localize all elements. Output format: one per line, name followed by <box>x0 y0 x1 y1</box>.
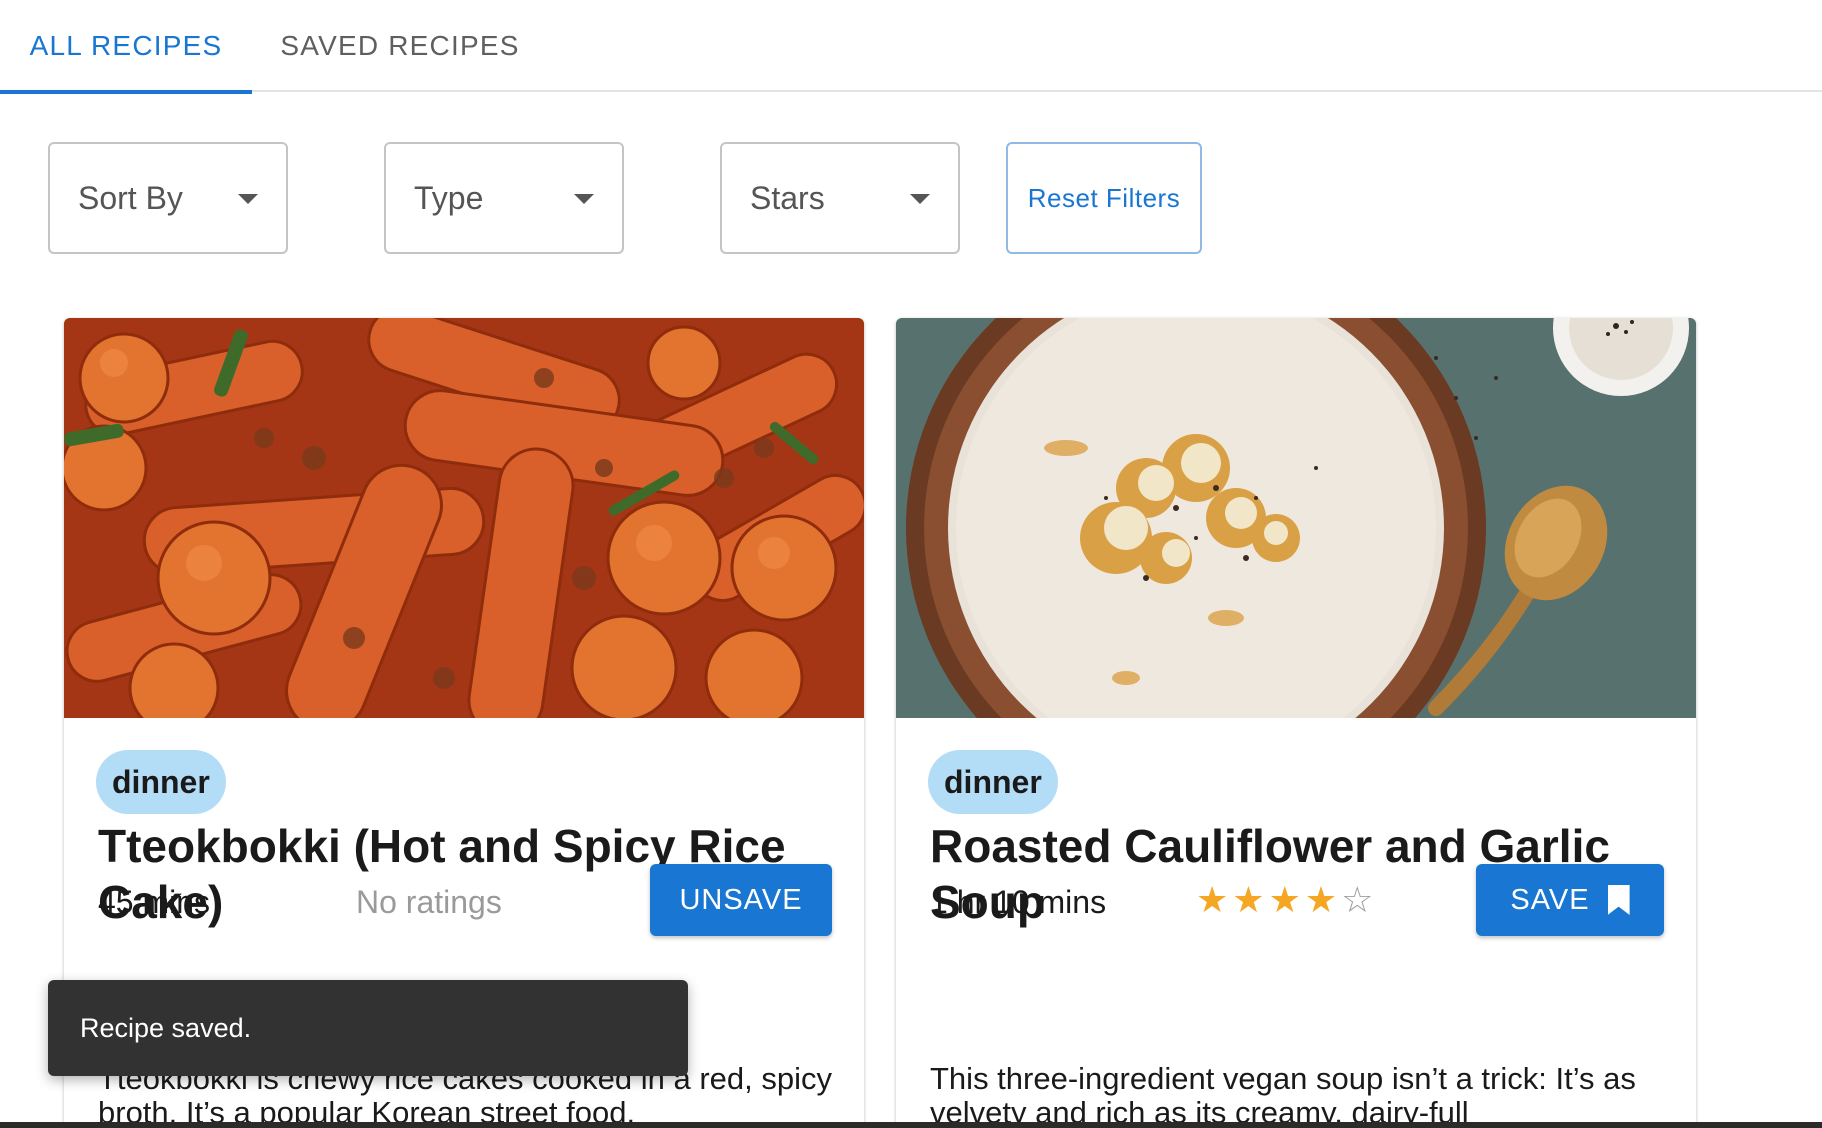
save-button-label: SAVE <box>1510 883 1590 916</box>
bookmark-icon <box>1607 885 1630 915</box>
reset-filters-button[interactable]: Reset Filters <box>1006 142 1202 254</box>
category-chip: dinner <box>96 750 226 814</box>
star-filled-icon: ★ <box>1268 879 1301 920</box>
window-bottom-edge <box>0 1122 1822 1128</box>
save-button[interactable]: SAVE <box>1476 864 1664 936</box>
star-filled-icon: ★ <box>1232 879 1265 920</box>
star-filled-icon: ★ <box>1196 879 1229 920</box>
tab-all-recipes[interactable]: ALL RECIPES <box>0 0 252 94</box>
recipe-description: This three-ingredient vegan soup isn’t a… <box>930 1061 1636 1128</box>
caret-down-icon <box>910 194 930 204</box>
sort-by-label: Sort By <box>78 179 183 216</box>
type-select[interactable]: Type <box>384 142 624 254</box>
star-filled-icon: ★ <box>1304 879 1338 920</box>
stars-select[interactable]: Stars <box>720 142 960 254</box>
recipe-card[interactable]: dinner Roasted Cauliflower and Garlic So… <box>896 318 1696 1128</box>
recipe-time: 45 mins <box>98 884 211 920</box>
type-label: Type <box>414 179 484 216</box>
recipe-time: 1 hr 10 mins <box>930 884 1107 920</box>
tab-saved-recipes[interactable]: SAVED RECIPES <box>252 0 548 92</box>
tab-bar: ALL RECIPES SAVED RECIPES <box>0 0 1822 94</box>
caret-down-icon <box>574 194 594 204</box>
star-rating: ★ ★ ★ ★ ☆ <box>1196 880 1373 920</box>
star-empty-icon: ☆ <box>1341 879 1374 920</box>
stars-label: Stars <box>750 179 825 216</box>
snackbar-message: Recipe saved. <box>80 1012 252 1043</box>
recipe-image-cauliflower-soup[interactable] <box>896 318 1696 718</box>
caret-down-icon <box>238 194 258 204</box>
recipe-image-tteokbokki[interactable] <box>64 318 864 718</box>
rating-text: No ratings <box>356 884 502 920</box>
unsave-button[interactable]: UNSAVE <box>650 864 832 936</box>
category-chip: dinner <box>928 750 1058 814</box>
snackbar: Recipe saved. <box>48 980 688 1076</box>
sort-by-select[interactable]: Sort By <box>48 142 288 254</box>
